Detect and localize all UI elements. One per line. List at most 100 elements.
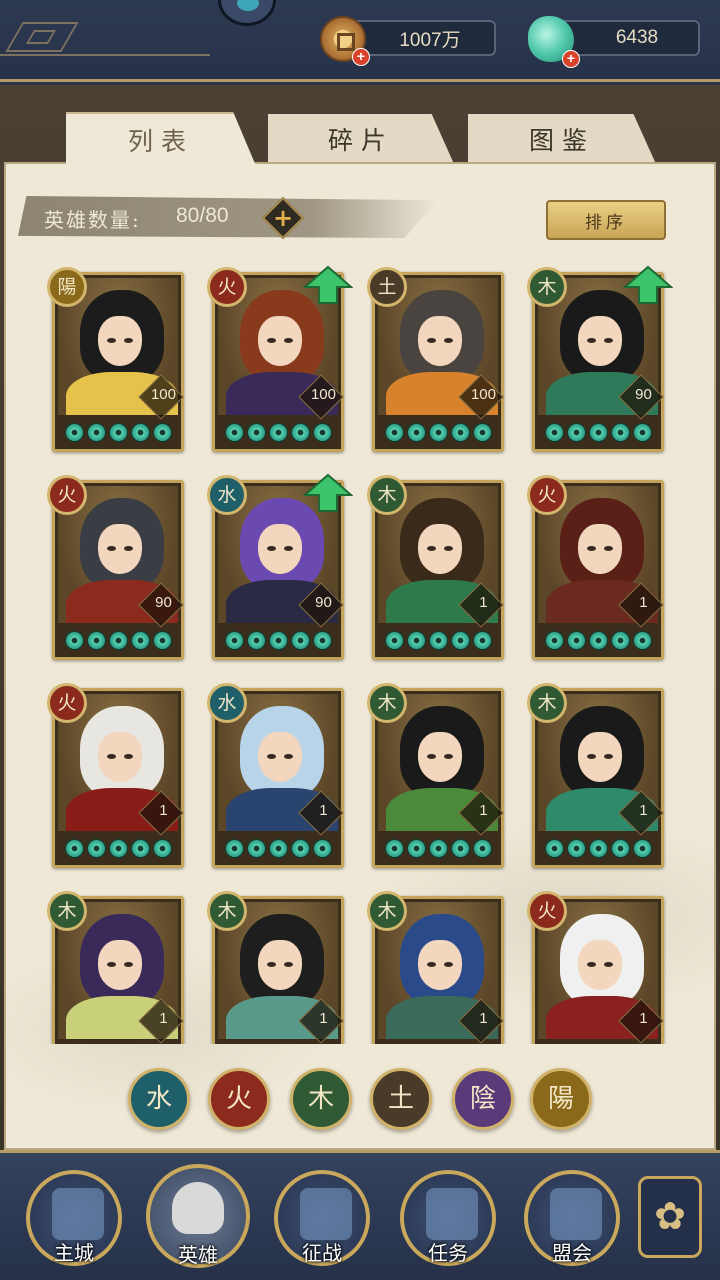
hero-card[interactable]: 水 90 (207, 473, 353, 660)
jade-star-icon (246, 838, 266, 858)
jade-star-icon (450, 838, 470, 858)
earth-element-icon: 土 (367, 267, 407, 307)
copper-currency[interactable]: + 1007万 (320, 16, 496, 66)
hero-card[interactable]: 木1 (47, 891, 184, 1044)
fire-element-icon: 火 (47, 683, 87, 723)
jade-currency[interactable]: + 6438 (528, 16, 700, 68)
hero-grid[interactable]: 陽 100 火 100 土 100 木 90 火 90 水 90 木 1 火 1 火 1 水 1 木 1 木 1 木 1 木 1 木 1 火… (0, 262, 720, 1044)
hero-star-rating (539, 626, 657, 654)
flower-menu-icon[interactable]: ✿ (638, 1176, 702, 1258)
jade-icon: + (528, 16, 580, 68)
hero-face (418, 732, 462, 782)
hero-card[interactable]: 木1 (367, 683, 504, 868)
nav-main-city-icon (52, 1188, 104, 1240)
hero-level: 100 (150, 386, 176, 404)
hero-card[interactable]: 木1 (527, 683, 664, 868)
jade-star-icon (472, 838, 492, 858)
nav-quests[interactable]: 任务 (400, 1170, 496, 1266)
water-element-icon: 水 (207, 475, 247, 515)
nav-main-city[interactable]: 主城 (26, 1170, 122, 1266)
jade-star-icon (86, 422, 106, 442)
hero-face (98, 316, 142, 366)
hero-card[interactable]: 火 100 (207, 265, 353, 452)
jade-star-icon (86, 630, 106, 650)
hero-card[interactable]: 水1 (207, 683, 344, 868)
hero-star-rating (379, 626, 497, 654)
nav-heroes-icon (172, 1182, 224, 1234)
jade-star-icon (610, 838, 630, 858)
jade-star-icon (108, 422, 128, 442)
jade-star-icon (610, 630, 630, 650)
hero-count-value: 80/80 (176, 204, 229, 227)
plus-icon: + (272, 204, 294, 232)
jade-star-icon (428, 422, 448, 442)
tab-label: 列表 (127, 127, 194, 156)
jade-star-icon (472, 630, 492, 650)
hero-card[interactable]: 火 90 (47, 475, 184, 660)
jade-star-icon (312, 838, 332, 858)
jade-star-icon (632, 630, 652, 650)
hero-card[interactable]: 火1 (47, 683, 184, 868)
hero-level: 1 (159, 1010, 168, 1028)
add-copper-icon[interactable]: + (352, 48, 370, 66)
wood-element-icon: 木 (207, 891, 247, 931)
add-jade-icon[interactable]: + (562, 50, 580, 68)
mascot-icon[interactable] (218, 0, 276, 26)
jade-star-icon (632, 422, 652, 442)
nav-campaign[interactable]: 征战 (274, 1170, 370, 1266)
nav-alliance[interactable]: 盟会 (524, 1170, 620, 1266)
jade-star-icon (450, 630, 470, 650)
wood-element-icon: 木 (527, 267, 567, 307)
tab-label: 碎片 (327, 126, 394, 155)
sort-button[interactable]: 排序 (546, 200, 666, 240)
hero-level: 100 (310, 386, 336, 404)
wood-element-icon: 木 (367, 683, 407, 723)
hero-face (98, 732, 142, 782)
hero-card[interactable]: 火1 (527, 891, 664, 1044)
filter-water-icon[interactable]: 水 (128, 1068, 190, 1130)
jade-star-icon (224, 838, 244, 858)
jade-star-icon (64, 838, 84, 858)
hero-card[interactable]: 火1 (527, 475, 664, 660)
filter-yang-icon[interactable]: 陽 (530, 1068, 592, 1130)
jade-star-icon (566, 422, 586, 442)
yang-element-icon: 陽 (47, 267, 87, 307)
hero-star-rating (59, 1042, 177, 1044)
hero-level: 90 (155, 594, 172, 612)
nav-alliance-icon (550, 1188, 602, 1240)
jade-star-icon (290, 422, 310, 442)
wood-element-icon: 木 (527, 683, 567, 723)
hero-face (98, 940, 142, 990)
hero-card[interactable]: 木1 (367, 475, 504, 660)
hero-card[interactable]: 陽 100 (47, 267, 184, 452)
jade-star-icon (224, 422, 244, 442)
hero-card[interactable]: 木1 (207, 891, 344, 1044)
hero-star-rating (379, 834, 497, 862)
upgrade-arrow-icon (623, 265, 673, 304)
hero-card[interactable]: 木 90 (527, 265, 673, 452)
jade-star-icon (632, 838, 652, 858)
filter-yin-icon[interactable]: 陰 (452, 1068, 514, 1130)
jade-star-icon (588, 422, 608, 442)
filter-wood-icon[interactable]: 木 (290, 1068, 352, 1130)
jade-star-icon (472, 422, 492, 442)
nav-heroes[interactable]: 英雄 (146, 1164, 250, 1268)
jade-star-icon (566, 838, 586, 858)
tab-fragments[interactable]: 碎片 (268, 114, 454, 164)
jade-star-icon (312, 630, 332, 650)
tab-list[interactable]: 列表 (66, 112, 256, 166)
hero-face (418, 316, 462, 366)
tab-codex[interactable]: 图鉴 (468, 114, 656, 164)
jade-star-icon (290, 838, 310, 858)
hero-card[interactable]: 土 100 (367, 267, 504, 452)
filter-earth-icon[interactable]: 土 (370, 1068, 432, 1130)
hero-card[interactable]: 木1 (367, 891, 504, 1044)
hero-face (578, 316, 622, 366)
upgrade-arrow-icon (303, 473, 353, 512)
hero-face (418, 524, 462, 574)
hero-level: 1 (479, 802, 488, 820)
jade-star-icon (384, 630, 404, 650)
hero-star-rating (219, 834, 337, 862)
filter-fire-icon[interactable]: 火 (208, 1068, 270, 1130)
jade-star-icon (428, 838, 448, 858)
